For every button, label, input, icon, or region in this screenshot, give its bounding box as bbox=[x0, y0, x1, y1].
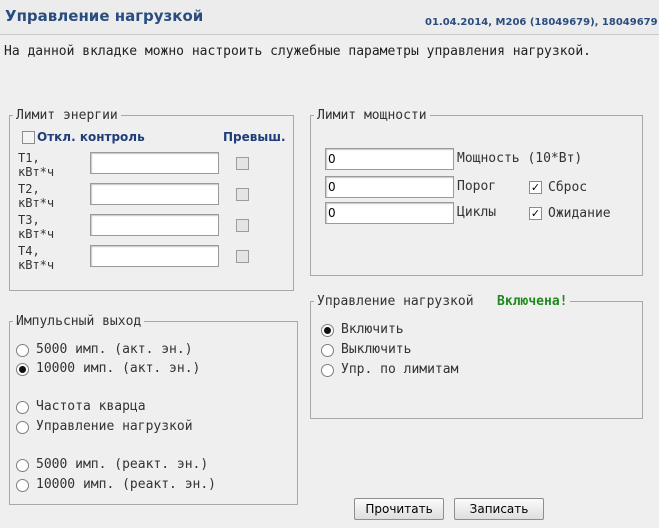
page-title: Управление нагрузкой bbox=[5, 7, 204, 25]
load-off-label: Выключить bbox=[341, 342, 412, 357]
load-status: Включена! bbox=[497, 294, 568, 309]
tariff-3-exceeded-checkbox bbox=[236, 219, 249, 232]
tariff-label: T2, кВт*ч bbox=[18, 182, 55, 210]
threshold-input[interactable]: 0 bbox=[325, 176, 454, 198]
device-info: 01.04.2014, M206 (18049679), 18049679 bbox=[425, 17, 658, 28]
load-on-label: Включить bbox=[341, 322, 404, 337]
exceeded-header: Превыш. bbox=[223, 130, 286, 144]
tariff-2-input[interactable] bbox=[90, 183, 219, 205]
load-control-legend: Управление нагрузкой Включена! bbox=[317, 294, 568, 309]
power-limit-legend: Лимит мощности bbox=[317, 108, 427, 123]
read-button[interactable]: Прочитать bbox=[354, 498, 444, 520]
quartz-frequency-radio[interactable] bbox=[16, 401, 29, 414]
tariff-1-exceeded-checkbox bbox=[236, 157, 249, 170]
write-button[interactable]: Записать bbox=[454, 498, 544, 520]
pulse-load-control-label: Управление нагрузкой bbox=[36, 419, 193, 434]
pulse-5000-reactive-label: 5000 имп. (реакт. эн.) bbox=[36, 457, 209, 472]
pulse-output-legend: Импульсный выход bbox=[16, 314, 142, 329]
pulse-10000-reactive-radio[interactable] bbox=[16, 479, 29, 492]
tariff-label: T1, кВт*ч bbox=[18, 151, 55, 179]
wait-checkbox[interactable]: ✓ bbox=[529, 207, 542, 220]
cycles-input[interactable]: 0 bbox=[325, 202, 454, 224]
pulse-10000-active-radio[interactable] bbox=[16, 363, 29, 376]
header-bar: Управление нагрузкой 01.04.2014, M206 (1… bbox=[0, 0, 659, 35]
pulse-5000-active-label: 5000 имп. (акт. эн.) bbox=[36, 342, 193, 357]
wait-label: Ожидание bbox=[548, 206, 611, 221]
disable-control-checkbox[interactable] bbox=[22, 131, 35, 144]
tariff-1-input[interactable] bbox=[90, 152, 219, 174]
load-on-radio[interactable] bbox=[321, 324, 334, 337]
power-input[interactable]: 0 bbox=[325, 148, 454, 170]
load-off-radio[interactable] bbox=[321, 344, 334, 357]
tariff-2-exceeded-checkbox bbox=[236, 188, 249, 201]
power-label: Мощность (10*Вт) bbox=[457, 151, 583, 166]
energy-limit-legend: Лимит энергии bbox=[16, 108, 118, 123]
quartz-frequency-label: Частота кварца bbox=[36, 399, 146, 414]
threshold-label: Порог bbox=[457, 179, 497, 194]
cycles-label: Циклы bbox=[457, 205, 497, 220]
pulse-5000-reactive-radio[interactable] bbox=[16, 459, 29, 472]
tab-description: На данной вкладке можно настроить служеб… bbox=[4, 44, 591, 59]
tariff-4-input[interactable] bbox=[90, 245, 219, 267]
load-by-limits-radio[interactable] bbox=[321, 364, 334, 377]
tariff-4-exceeded-checkbox bbox=[236, 250, 249, 263]
pulse-10000-active-label: 10000 имп. (акт. эн.) bbox=[36, 361, 201, 376]
tariff-label: T4, кВт*ч bbox=[18, 244, 55, 272]
reset-checkbox[interactable]: ✓ bbox=[529, 181, 542, 194]
load-by-limits-label: Упр. по лимитам bbox=[341, 362, 459, 377]
reset-label: Сброс bbox=[548, 180, 588, 195]
disable-control-label: Откл. контроль bbox=[37, 130, 145, 144]
pulse-5000-active-radio[interactable] bbox=[16, 344, 29, 357]
tariff-label: T3, кВт*ч bbox=[18, 213, 55, 241]
pulse-10000-reactive-label: 10000 имп. (реакт. эн.) bbox=[36, 477, 217, 492]
tariff-3-input[interactable] bbox=[90, 214, 219, 236]
pulse-load-control-radio[interactable] bbox=[16, 421, 29, 434]
